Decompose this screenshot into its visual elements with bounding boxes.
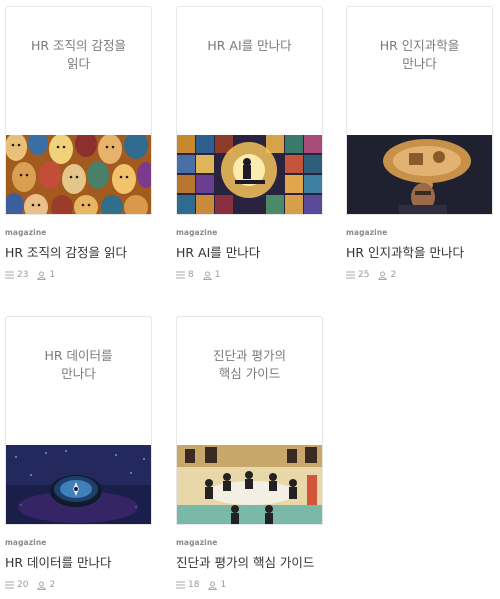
magazine-cover[interactable]: HR AI를 만나다	[176, 6, 323, 215]
cover-image	[347, 135, 492, 214]
list-icon	[5, 581, 14, 589]
post-count: 25	[358, 270, 370, 280]
magazine-card[interactable]: HR 데이터를 만나다 magazine HR 데이터를 만나다 20 2	[5, 316, 152, 590]
magazine-title[interactable]: HR 조직의 감정을 읽다	[5, 242, 127, 261]
magazine-stats: 25 2	[346, 270, 396, 280]
magazine-stats: 23 1	[5, 270, 55, 280]
cover-title: HR 인지과학을 만나다	[379, 38, 460, 71]
post-count: 23	[17, 270, 29, 280]
person-icon	[378, 271, 388, 280]
magazine-label: magazine	[176, 538, 218, 547]
cover-title: HR AI를 만나다	[207, 38, 292, 53]
cover-image	[6, 135, 151, 214]
cover-title: HR 데이터를 만나다	[44, 348, 113, 381]
magazine-label: magazine	[176, 228, 218, 237]
magazine-cover[interactable]: HR 인지과학을 만나다	[346, 6, 493, 215]
person-icon	[208, 581, 218, 590]
magazine-title[interactable]: HR AI를 만나다	[176, 242, 260, 261]
magazine-label: magazine	[5, 228, 47, 237]
magazine-stats: 20 2	[5, 580, 55, 590]
cover-image	[177, 135, 322, 214]
magazine-title[interactable]: HR 인지과학을 만나다	[346, 242, 464, 261]
magazine-card[interactable]: HR 인지과학을 만나다 magazine HR 인지과학을 만나다 25 2	[346, 6, 493, 280]
magazine-stats: 18 1	[176, 580, 226, 590]
magazine-label: magazine	[5, 538, 47, 547]
cover-title: 진단과 평가의 핵심 가이드	[213, 348, 286, 381]
cover-image	[177, 445, 322, 524]
magazine-card[interactable]: 진단과 평가의 핵심 가이드 magazine 진단과 평가의 핵심 가이드 1…	[176, 316, 323, 590]
cover-title: HR 조직의 감정을 읽다	[30, 38, 127, 71]
magazine-title[interactable]: 진단과 평가의 핵심 가이드	[176, 552, 314, 571]
cover-image	[6, 445, 151, 524]
subscriber-count: 1	[220, 580, 227, 590]
magazine-stats: 8 1	[176, 270, 220, 280]
magazine-cover[interactable]: HR 조직의 감정을 읽다	[5, 6, 152, 215]
subscriber-count: 2	[390, 270, 397, 280]
magazine-cover[interactable]: 진단과 평가의 핵심 가이드	[176, 316, 323, 525]
magazine-cover[interactable]: HR 데이터를 만나다	[5, 316, 152, 525]
list-icon	[5, 271, 14, 279]
post-count: 20	[17, 580, 29, 590]
list-icon	[176, 581, 185, 589]
post-count: 18	[188, 580, 200, 590]
magazine-card[interactable]: HR AI를 만나다 magazine HR AI를 만나다 8 1	[176, 6, 323, 280]
subscriber-count: 2	[49, 580, 56, 590]
post-count: 8	[188, 270, 194, 280]
magazine-label: magazine	[346, 228, 388, 237]
list-icon	[346, 271, 355, 279]
magazine-title[interactable]: HR 데이터를 만나다	[5, 552, 112, 571]
person-icon	[37, 271, 47, 280]
subscriber-count: 1	[214, 270, 221, 280]
magazine-card[interactable]: HR 조직의 감정을 읽다 magazine HR 조직의 감정을 읽다 23 …	[5, 6, 152, 280]
person-icon	[202, 271, 212, 280]
subscriber-count: 1	[49, 270, 56, 280]
list-icon	[176, 271, 185, 279]
person-icon	[37, 581, 47, 590]
